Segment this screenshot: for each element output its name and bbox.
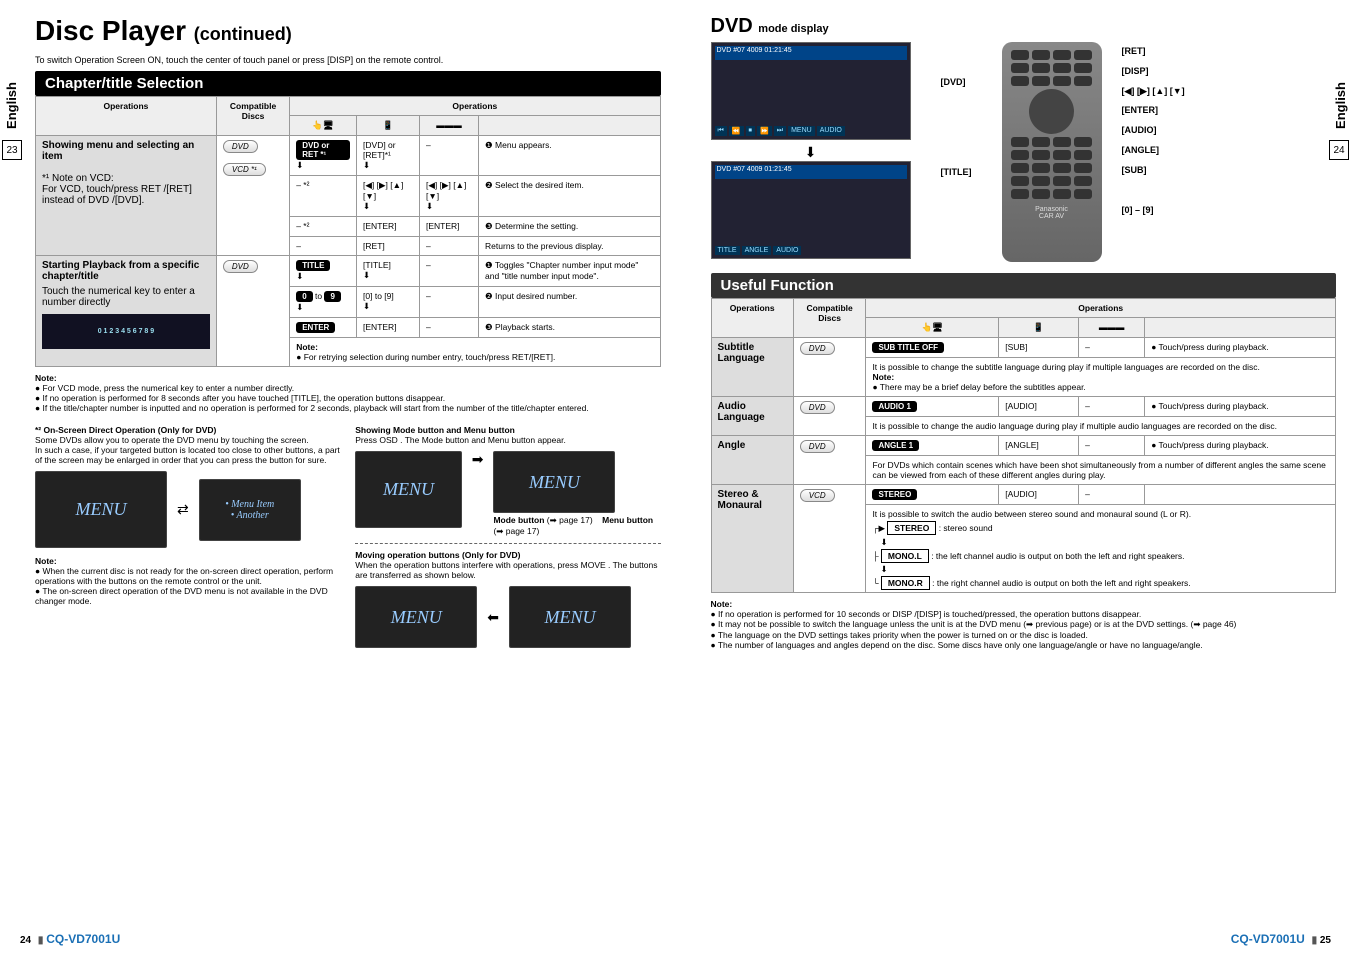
title-main: Disc Player — [35, 15, 186, 46]
row2-touch1: TITLE⬇ — [290, 256, 357, 287]
row1-discs: DVD VCD *¹ — [216, 136, 289, 256]
remote-labels-col: [RET] [DISP] [◀] [▶] [▲] [▼] [ENTER] [AU… — [1122, 42, 1185, 220]
lbl-angle: [ANGLE] — [1122, 141, 1185, 161]
modebtn-col: Showing Mode button and Menu button Pres… — [355, 425, 660, 648]
row1-ret-desc: Returns to the previous display. — [479, 237, 660, 256]
page-right: English 24 DVD mode display DVD #07 4009… — [676, 0, 1351, 954]
section-useful-bar: Useful Function — [711, 273, 1337, 298]
row2-label: Starting Playback from a specific chapte… — [36, 256, 217, 367]
angle-label: Angle — [711, 436, 793, 485]
dvd-mode-title: DVD mode display — [711, 15, 1337, 38]
dvd-screen-2: DVD #07 4009 01:21:45 TITLEANGLEAUDIO — [711, 161, 911, 259]
dvd-screens: DVD #07 4009 01:21:45 ⏮⏪⏹⏩⏭MENUAUDIO ⬇ D… — [711, 42, 911, 263]
onscreen-hd: *² On-Screen Direct Operation (Only for … — [35, 425, 216, 435]
footer-left: 24 ▮ CQ-VD7001U — [20, 932, 120, 946]
row2-rc3: [ENTER] — [357, 318, 420, 338]
page-left: English 23 Disc Player (continued) To sw… — [0, 0, 676, 954]
moving-hd: Moving operation buttons (Only for DVD) — [355, 550, 520, 560]
row1-touch2: – *² — [290, 176, 357, 217]
row1-desc2: ❷ Select the desired item. — [479, 176, 660, 217]
row1-rc2a: [◀] [▶] [▲] [▼]⬇ — [357, 176, 420, 217]
row2-touch3: ENTER — [290, 318, 357, 338]
lbl-sub: [SUB] — [1122, 161, 1185, 181]
menu-thumb: MENU — [35, 471, 167, 548]
col-panel-icon: ▬▬▬ — [419, 116, 478, 136]
page-title: Disc Player (continued) — [35, 15, 661, 47]
row1-rc3a: [ENTER] — [357, 217, 420, 237]
row2-touch2: 0 to 9⬇ — [290, 287, 357, 318]
row2-desc1: ❶ Toggles "Chapter number input mode" an… — [479, 256, 660, 287]
row2-desc2: ❷ Input desired number. — [479, 287, 660, 318]
lbl-enter: [ENTER] — [1122, 101, 1185, 121]
lang-tab-right: English — [1331, 70, 1349, 140]
row1-desc3: ❸ Determine the setting. — [479, 217, 660, 237]
col-remote-icon: 📱 — [357, 116, 420, 136]
row1-ret-rc: [RET] — [357, 237, 420, 256]
modebtn-hd: Showing Mode button and Menu button — [355, 425, 515, 435]
note-block-1: Note: ● For VCD mode, press the numerica… — [35, 373, 661, 413]
stereo-label: Stereo & Monaural — [711, 485, 793, 593]
menu-thumb-4: MENU — [355, 586, 477, 648]
col2-operations: Operations — [711, 299, 793, 338]
col-operations: Operations — [36, 97, 217, 136]
lbl-disp: [DISP] — [1122, 62, 1185, 82]
lang-tab-left: English — [2, 70, 20, 140]
row2-retry-note: Note: ● For retrying selection during nu… — [290, 338, 660, 367]
side-page-left: 23 — [2, 140, 22, 160]
lbl-nums: [0] – [9] — [1122, 201, 1185, 221]
lbl-arrows: [◀] [▶] [▲] [▼] — [1122, 82, 1185, 102]
chapter-table: Operations Compatible Discs Operations 👆… — [35, 96, 661, 367]
side-page-right: 24 — [1329, 140, 1349, 160]
col-compat: Compatible Discs — [216, 97, 289, 136]
col-desc — [479, 116, 660, 136]
row1-rc2b: [◀] [▶] [▲] [▼]⬇ — [419, 176, 478, 217]
useful-table: Operations Compatible Discs Operations 👆… — [711, 298, 1337, 593]
row1-rc1: [DVD] or [RET]*¹⬇ — [357, 136, 420, 176]
menu-button-label: Menu button — [602, 515, 653, 525]
section-chapter-bar: Chapter/title Selection — [35, 71, 661, 96]
row1-touch3: – *² — [290, 217, 357, 237]
arrow-left-icon: ⬅ — [487, 609, 499, 626]
arrow-icon: ⇄ — [177, 501, 189, 518]
onscreen-note-hd: Note: — [35, 556, 57, 566]
menu-thumb-5: MENU — [509, 586, 631, 648]
menu-thumb-3: MENU — [493, 451, 615, 513]
lbl-audio: [AUDIO] — [1122, 121, 1185, 141]
col2-ops-group: Operations — [866, 299, 1336, 318]
row2-discs: DVD — [216, 256, 289, 367]
row2-rc1: [TITLE]⬇ — [357, 256, 420, 287]
dvd-screen-1: DVD #07 4009 01:21:45 ⏮⏪⏹⏩⏭MENUAUDIO — [711, 42, 911, 140]
col2-compat: Compatible Discs — [793, 299, 866, 338]
mode-button-label: Mode button — [493, 515, 544, 525]
footer-right: CQ-VD7001U ▮ 25 — [1231, 932, 1331, 946]
menu-thumb-small: • Menu Item• Another — [199, 479, 301, 541]
arrow-right-icon: ➡ — [472, 451, 484, 468]
note-block-2: Note: ● If no operation is performed for… — [711, 599, 1337, 650]
subtitle-label: Subtitle Language — [711, 338, 793, 397]
row1-rc3b: [ENTER] — [419, 217, 478, 237]
screen-btnrow-2: TITLEANGLEAUDIO — [715, 246, 802, 255]
lbl-title: [TITLE] — [941, 167, 972, 177]
title-continued: (continued) — [194, 24, 292, 44]
row2-thumb: 0 1 2 3 4 5 6 7 8 9 — [42, 314, 210, 349]
row2-rc2: [0] to [9]⬇ — [357, 287, 420, 318]
down-arrow-icon: ⬇ — [711, 144, 911, 161]
row1-desc1: ❶ Menu appears. — [479, 136, 660, 176]
row1-touch1: DVD or RET *¹⬇ — [290, 136, 357, 176]
screen-btnrow: ⏮⏪⏹⏩⏭MENUAUDIO — [715, 126, 845, 136]
col-ops-group: Operations — [290, 97, 660, 116]
col-touch-icon: 👆🖥 — [290, 116, 357, 136]
dvd-arrows-labels: [DVD] [TITLE] — [941, 42, 972, 177]
lbl-dvd: [DVD] — [941, 77, 972, 87]
switch-note: To switch Operation Screen ON, touch the… — [35, 55, 661, 65]
lbl-ret: [RET] — [1122, 42, 1185, 62]
menu-thumb-2: MENU — [355, 451, 461, 528]
remote-control: PanasonicCAR AV — [1002, 42, 1102, 262]
onscreen-col: *² On-Screen Direct Operation (Only for … — [35, 425, 340, 648]
audio-label: Audio Language — [711, 397, 793, 436]
row1-label: Showing menu and selecting an item *¹ No… — [36, 136, 217, 256]
row2-desc3: ❸ Playback starts. — [479, 318, 660, 338]
